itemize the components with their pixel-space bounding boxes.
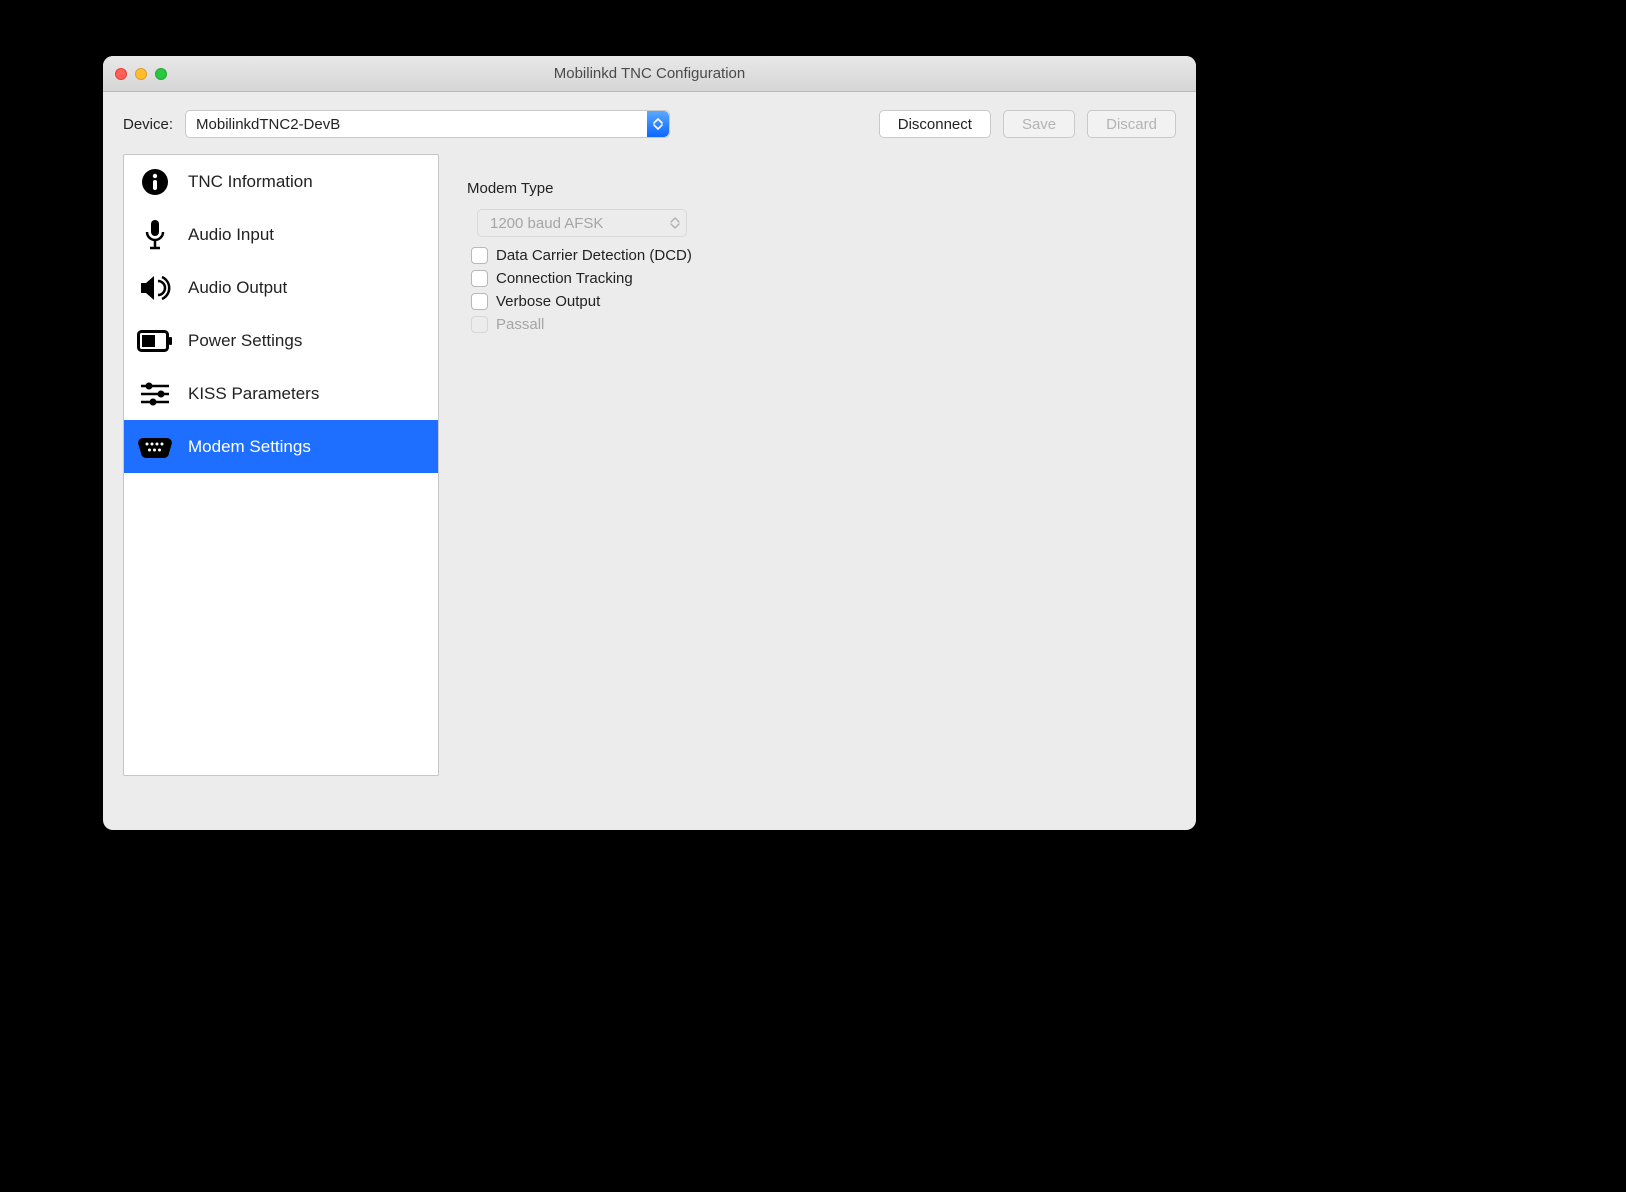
sidebar-item-audio-output[interactable]: Audio Output — [124, 261, 438, 314]
modem-type-value: 1200 baud AFSK — [490, 215, 603, 232]
sidebar-item-label: Modem Settings — [188, 437, 311, 457]
device-select-value: MobilinkdTNC2-DevB — [196, 116, 340, 133]
verbose-output-checkbox[interactable] — [471, 293, 488, 310]
passall-checkbox — [471, 316, 488, 333]
minimize-icon[interactable] — [135, 68, 147, 80]
save-label: Save — [1022, 116, 1056, 133]
sidebar-item-label: Audio Output — [188, 278, 287, 298]
updown-icon — [647, 111, 669, 137]
speaker-icon — [136, 273, 174, 303]
sidebar-item-label: KISS Parameters — [188, 384, 319, 404]
modem-type-select: 1200 baud AFSK — [477, 209, 687, 237]
dcd-checkbox-row: Data Carrier Detection (DCD) — [471, 247, 1176, 264]
connection-tracking-checkbox-row: Connection Tracking — [471, 270, 1176, 287]
updown-icon — [670, 210, 680, 236]
main-row: TNC Information Audio Input Audio Output — [123, 154, 1176, 776]
maximize-icon[interactable] — [155, 68, 167, 80]
sidebar-item-modem-settings[interactable]: Modem Settings — [124, 420, 438, 473]
connection-tracking-label: Connection Tracking — [496, 270, 633, 287]
connection-tracking-checkbox[interactable] — [471, 270, 488, 287]
dcd-checkbox[interactable] — [471, 247, 488, 264]
info-icon — [136, 167, 174, 197]
mic-icon — [136, 218, 174, 252]
top-row: Device: MobilinkdTNC2-DevB Disconnect Sa… — [123, 110, 1176, 138]
device-label: Device: — [123, 116, 173, 133]
verbose-output-checkbox-row: Verbose Output — [471, 293, 1176, 310]
save-button: Save — [1003, 110, 1075, 138]
modem-type-label: Modem Type — [467, 180, 1176, 197]
discard-label: Discard — [1106, 116, 1157, 133]
dcd-label: Data Carrier Detection (DCD) — [496, 247, 692, 264]
window-title: Mobilinkd TNC Configuration — [103, 65, 1196, 82]
traffic-lights — [103, 68, 167, 80]
sidebar-item-kiss-parameters[interactable]: KISS Parameters — [124, 367, 438, 420]
app-window: Mobilinkd TNC Configuration Device: Mobi… — [103, 56, 1196, 830]
sliders-icon — [136, 381, 174, 407]
sidebar-item-label: Audio Input — [188, 225, 274, 245]
sidebar-item-label: TNC Information — [188, 172, 313, 192]
close-icon[interactable] — [115, 68, 127, 80]
sidebar-item-tnc-information[interactable]: TNC Information — [124, 155, 438, 208]
passall-label: Passall — [496, 316, 544, 333]
disconnect-button[interactable]: Disconnect — [879, 110, 991, 138]
modem-settings-panel: Modem Type 1200 baud AFSK Data Carrier D… — [467, 154, 1176, 776]
titlebar: Mobilinkd TNC Configuration — [103, 56, 1196, 92]
discard-button: Discard — [1087, 110, 1176, 138]
passall-checkbox-row: Passall — [471, 316, 1176, 333]
battery-icon — [136, 330, 174, 352]
sidebar-item-power-settings[interactable]: Power Settings — [124, 314, 438, 367]
content: Device: MobilinkdTNC2-DevB Disconnect Sa… — [103, 92, 1196, 796]
sidebar: TNC Information Audio Input Audio Output — [123, 154, 439, 776]
sidebar-item-audio-input[interactable]: Audio Input — [124, 208, 438, 261]
serial-port-icon — [136, 436, 174, 458]
sidebar-item-label: Power Settings — [188, 331, 302, 351]
disconnect-label: Disconnect — [898, 116, 972, 133]
verbose-output-label: Verbose Output — [496, 293, 600, 310]
device-select[interactable]: MobilinkdTNC2-DevB — [185, 110, 670, 138]
